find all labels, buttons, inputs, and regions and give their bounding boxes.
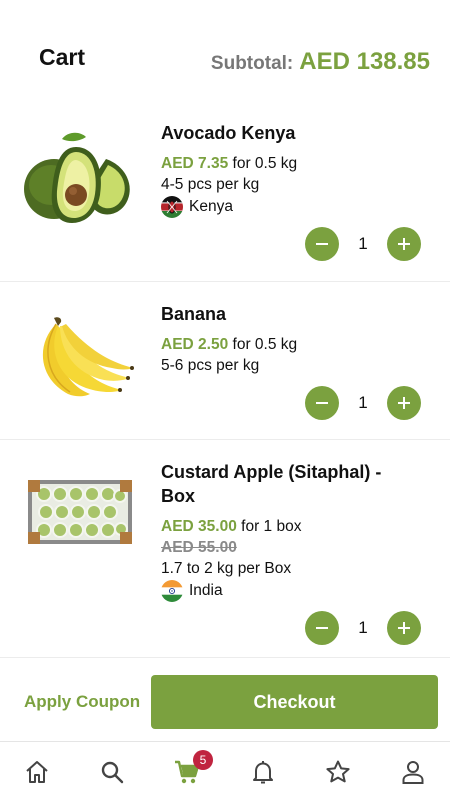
tab-cart[interactable]: 5 <box>173 750 213 786</box>
kenya-flag-icon <box>161 195 183 218</box>
india-flag-icon <box>161 579 183 602</box>
minus-icon <box>316 627 328 629</box>
item-origin: Kenya <box>161 195 434 218</box>
item-name[interactable]: Custard Apple (Sitaphal) - Box <box>161 460 411 508</box>
item-pieces: 4-5 pcs per kg <box>161 176 260 193</box>
avocado-image <box>20 125 140 225</box>
item-pieces: 5-6 pcs per kg <box>161 357 260 374</box>
subtotal-value: AED 138.85 <box>299 48 430 75</box>
bell-icon <box>253 761 273 784</box>
star-icon <box>326 760 350 783</box>
item-name[interactable]: Banana <box>161 302 434 326</box>
item-info: Banana AED 2.50 for 0.5 kg 5-6 pcs per k… <box>161 302 434 376</box>
search-icon <box>101 761 124 784</box>
plus-icon <box>398 238 410 250</box>
price-unit: for 1 box <box>241 518 302 535</box>
price-line: AED 2.50 for 0.5 kg <box>161 334 434 355</box>
increment-button[interactable] <box>387 227 421 261</box>
item-price: AED 7.35 <box>161 155 229 172</box>
price-unit: for 0.5 kg <box>232 336 298 353</box>
bottom-tab-bar: 5 <box>0 741 450 800</box>
minus-icon <box>316 243 328 245</box>
price-unit: for 0.5 kg <box>232 155 298 172</box>
origin-label: Kenya <box>189 198 233 215</box>
custard-apple-image <box>20 472 140 572</box>
cart-count-badge: 5 <box>193 750 213 770</box>
user-icon <box>402 761 424 784</box>
quantity-value: 1 <box>358 393 368 412</box>
tab-notifications[interactable] <box>249 758 277 786</box>
tab-favorites[interactable] <box>324 758 352 786</box>
cart-header: Cart Subtotal: AED 138.85 <box>0 0 450 100</box>
plus-icon <box>398 622 410 634</box>
item-price: AED 35.00 <box>161 518 237 535</box>
cart-item-avocado: Avocado Kenya AED 7.35 for 0.5 kg 4-5 pc… <box>0 101 450 282</box>
cart-actions: Apply Coupon Checkout <box>0 658 450 742</box>
cart-item-banana: Banana AED 2.50 for 0.5 kg 5-6 pcs per k… <box>0 282 450 440</box>
item-old-price: AED 55.00 <box>161 539 237 556</box>
decrement-button[interactable] <box>305 611 339 645</box>
quantity-stepper: 1 <box>305 386 421 420</box>
item-info: Custard Apple (Sitaphal) - Box AED 35.00… <box>161 460 434 602</box>
plus-icon <box>398 397 410 409</box>
item-pieces: 1.7 to 2 kg per Box <box>161 560 292 577</box>
price-line: AED 7.35 for 0.5 kg <box>161 153 434 174</box>
cart-item-custard-apple: Custard Apple (Sitaphal) - Box AED 35.00… <box>0 440 450 658</box>
increment-button[interactable] <box>387 611 421 645</box>
quantity-stepper: 1 <box>305 611 421 645</box>
item-origin: India <box>161 579 434 602</box>
banana-image <box>20 308 140 408</box>
decrement-button[interactable] <box>305 227 339 261</box>
origin-label: India <box>189 582 223 599</box>
quantity-value: 1 <box>358 234 368 253</box>
tab-search[interactable] <box>98 758 126 786</box>
page-title: Cart <box>39 44 86 70</box>
decrement-button[interactable] <box>305 386 339 420</box>
apply-coupon-link[interactable]: Apply Coupon <box>24 692 140 712</box>
item-name[interactable]: Avocado Kenya <box>161 121 434 145</box>
home-icon <box>26 761 48 783</box>
quantity-stepper: 1 <box>305 227 421 261</box>
item-price: AED 2.50 <box>161 336 229 353</box>
minus-icon <box>316 402 328 404</box>
tab-home[interactable] <box>23 758 51 786</box>
increment-button[interactable] <box>387 386 421 420</box>
quantity-value: 1 <box>358 618 368 637</box>
subtotal: Subtotal: AED 138.85 <box>211 48 430 76</box>
price-line: AED 35.00 for 1 box <box>161 516 434 537</box>
tab-profile[interactable] <box>399 758 427 786</box>
item-info: Avocado Kenya AED 7.35 for 0.5 kg 4-5 pc… <box>161 121 434 218</box>
subtotal-label: Subtotal: <box>210 53 294 74</box>
checkout-button[interactable]: Checkout <box>151 675 438 729</box>
